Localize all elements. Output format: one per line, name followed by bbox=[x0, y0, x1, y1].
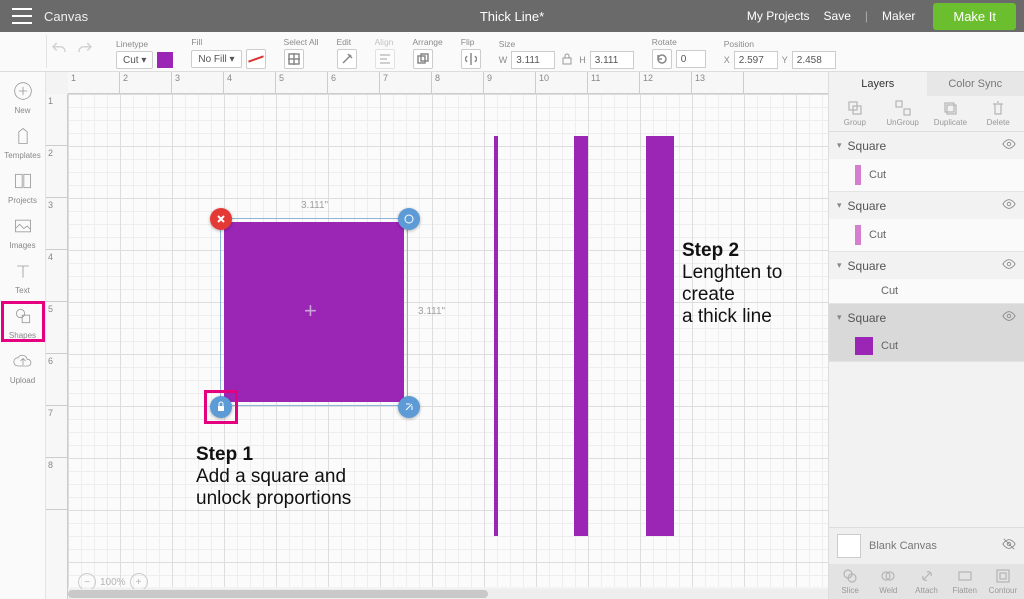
left-toolbar: New Templates Projects Images Text Shape… bbox=[0, 72, 46, 599]
rotate-handle[interactable] bbox=[398, 208, 420, 230]
linetype-color[interactable] bbox=[157, 52, 173, 68]
edit-button[interactable] bbox=[337, 49, 357, 69]
arrange-button[interactable] bbox=[413, 49, 433, 69]
linetype-label: Linetype bbox=[116, 39, 173, 49]
rotate-input[interactable]: 0 bbox=[676, 50, 706, 68]
templates-button[interactable]: Templates bbox=[3, 123, 43, 160]
shape-line-1[interactable] bbox=[494, 136, 498, 536]
dim-width: 3.111" bbox=[301, 200, 328, 211]
shape-line-2[interactable] bbox=[574, 136, 588, 536]
images-button[interactable]: Images bbox=[3, 213, 43, 250]
lock-highlight bbox=[204, 390, 238, 424]
undo-icon[interactable] bbox=[50, 40, 68, 58]
weld-button[interactable]: Weld bbox=[869, 568, 907, 595]
blank-canvas-row[interactable]: Blank Canvas bbox=[829, 527, 1024, 564]
new-button[interactable]: New bbox=[3, 78, 43, 115]
align-button[interactable] bbox=[375, 49, 395, 69]
arrange-label: Arrange bbox=[413, 37, 443, 47]
edit-label: Edit bbox=[337, 37, 357, 47]
width-input[interactable]: 3.111 bbox=[511, 51, 555, 69]
make-it-button[interactable]: Make It bbox=[933, 3, 1016, 30]
ruler-vertical: 12345678 bbox=[46, 94, 68, 599]
eye-icon[interactable] bbox=[1002, 137, 1016, 154]
flip-button[interactable] bbox=[461, 49, 481, 69]
text-button[interactable]: Text bbox=[3, 258, 43, 295]
scrollbar-horizontal[interactable] bbox=[68, 589, 828, 599]
linetype-select[interactable]: Cut ▾ bbox=[116, 51, 153, 69]
select-all-button[interactable] bbox=[284, 49, 304, 69]
attach-button[interactable]: Attach bbox=[907, 568, 945, 595]
resize-handle[interactable] bbox=[398, 396, 420, 418]
position-label: Position bbox=[724, 39, 836, 49]
machine-selector[interactable]: Maker bbox=[882, 9, 919, 23]
pos-x-input[interactable]: 2.597 bbox=[734, 51, 778, 69]
flatten-button[interactable]: Flatten bbox=[946, 568, 984, 595]
redo-icon[interactable] bbox=[76, 40, 94, 58]
lock-icon[interactable] bbox=[562, 53, 572, 65]
center-cross-icon: + bbox=[304, 298, 317, 324]
shapes-button[interactable]: Shapes bbox=[3, 303, 43, 340]
draw-color[interactable] bbox=[246, 49, 266, 69]
save-button[interactable]: Save bbox=[824, 9, 851, 23]
menu-icon[interactable] bbox=[12, 8, 32, 24]
pos-y-input[interactable]: 2.458 bbox=[792, 51, 836, 69]
ruler-horizontal: 12345678910111213 bbox=[68, 72, 828, 94]
size-label: Size bbox=[499, 39, 634, 49]
rotate-label: Rotate bbox=[652, 37, 706, 47]
top-bar: Canvas Thick Line* My Projects Save | Ma… bbox=[0, 0, 1024, 32]
step1-text: Step 1 Add a square and unlock proportio… bbox=[196, 444, 351, 510]
shape-line-3[interactable] bbox=[646, 136, 674, 536]
document-title[interactable]: Thick Line* bbox=[480, 9, 544, 24]
layers-panel: Layers Color Sync Group UnGroup Duplicat… bbox=[828, 72, 1024, 599]
eye-icon[interactable] bbox=[1002, 197, 1016, 214]
tab-layers[interactable]: Layers bbox=[829, 72, 927, 96]
separator: | bbox=[865, 9, 868, 23]
layer-item[interactable]: ▾SquareCut bbox=[829, 192, 1024, 252]
duplicate-button[interactable]: Duplicate bbox=[928, 100, 972, 127]
flip-label: Flip bbox=[461, 37, 481, 47]
canvas-grid[interactable] bbox=[68, 94, 828, 587]
visibility-toggle[interactable] bbox=[1002, 537, 1016, 556]
blank-swatch bbox=[837, 534, 861, 558]
dim-height: 3.111" bbox=[418, 306, 445, 317]
tab-colorsync[interactable]: Color Sync bbox=[927, 72, 1024, 96]
group-button[interactable]: Group bbox=[833, 100, 877, 127]
fill-label: Fill bbox=[191, 37, 265, 47]
delete-handle[interactable] bbox=[210, 208, 232, 230]
delete-button[interactable]: Delete bbox=[976, 100, 1020, 127]
canvas[interactable]: 12345678910111213 12345678 + 3.111" 3.11… bbox=[46, 72, 828, 599]
contour-button[interactable]: Contour bbox=[984, 568, 1022, 595]
app-title: Canvas bbox=[44, 9, 88, 24]
eye-icon[interactable] bbox=[1002, 257, 1016, 274]
height-input[interactable]: 3.111 bbox=[590, 51, 634, 69]
upload-button[interactable]: Upload bbox=[3, 348, 43, 385]
fill-select[interactable]: No Fill ▾ bbox=[191, 50, 241, 68]
projects-button[interactable]: Projects bbox=[3, 168, 43, 205]
rotate-button[interactable] bbox=[652, 49, 672, 69]
layer-item[interactable]: ▾SquareCut bbox=[829, 252, 1024, 304]
step2-text: Step 2 Lenghten to create a thick line bbox=[682, 240, 828, 327]
slice-button[interactable]: Slice bbox=[831, 568, 869, 595]
select-all-label: Select All bbox=[284, 37, 319, 47]
options-toolbar: Linetype Cut ▾ Fill No Fill ▾ Select All… bbox=[0, 32, 1024, 72]
layer-item[interactable]: ▾SquareCut bbox=[829, 132, 1024, 192]
eye-icon[interactable] bbox=[1002, 309, 1016, 326]
my-projects-link[interactable]: My Projects bbox=[747, 9, 810, 23]
layer-item[interactable]: ▾SquareCut bbox=[829, 304, 1024, 362]
ungroup-button[interactable]: UnGroup bbox=[881, 100, 925, 127]
align-label: Align bbox=[375, 37, 395, 47]
